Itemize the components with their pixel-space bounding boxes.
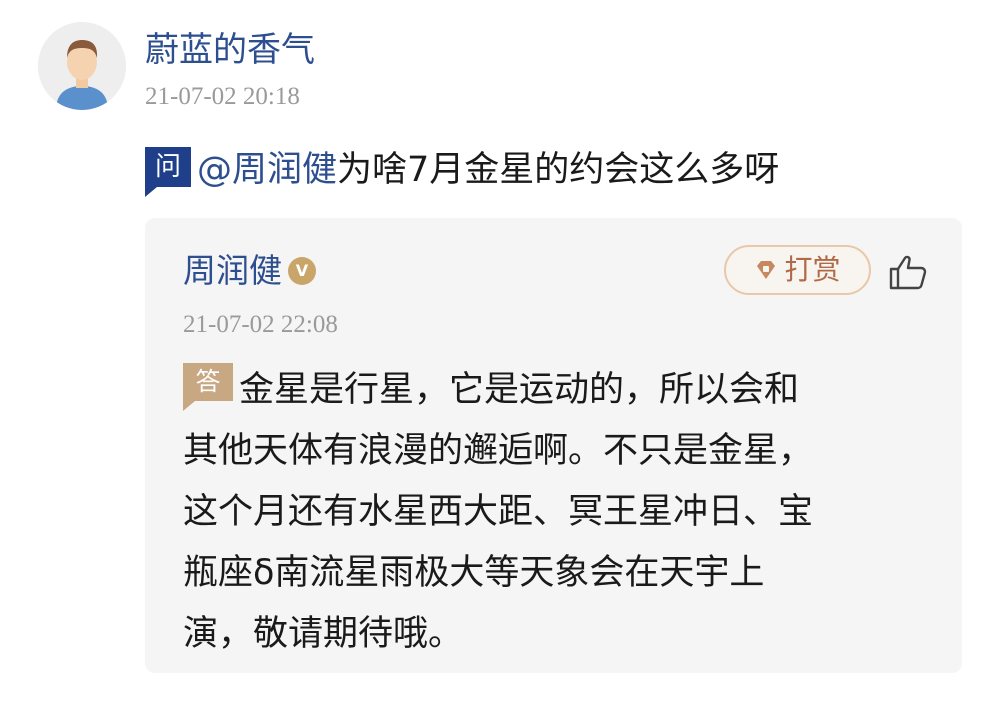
answer-line: 瓶座δ南流星雨极大等天象会在天宇上 <box>183 553 765 593</box>
answer-line: 这个月还有水星西大距、冥王星冲日、宝 <box>183 492 814 532</box>
answer-card: 周润健 V 打赏 21-07-02 22:08 答金星是行星，它是运动的，所以会… <box>145 218 962 673</box>
avatar[interactable] <box>38 22 126 110</box>
answer-body: 答金星是行星，它是运动的，所以会和 其他天体有浪漫的邂逅啊。不只是金星， 这个月… <box>183 360 928 665</box>
question-badge-label: 问 <box>145 147 191 187</box>
question-row: 问 @周润健 为啥7月金星的约会这么多呀 <box>145 144 780 197</box>
tip-label: 打赏 <box>784 253 841 286</box>
diamond-coin-icon <box>757 261 776 279</box>
answer-badge-label: 答 <box>183 363 233 401</box>
answer-line: 演，敬请期待哦。 <box>183 614 464 654</box>
answer-line: 答金星是行星，它是运动的，所以会和 <box>183 360 928 421</box>
answer-timestamp: 21-07-02 22:08 <box>183 311 338 338</box>
answer-line: 其他天体有浪漫的邂逅啊。不只是金星， <box>183 431 814 471</box>
tip-button[interactable]: 打赏 <box>724 245 871 295</box>
post-timestamp: 21-07-02 20:18 <box>145 83 300 110</box>
answerer-row: 周润健 V <box>183 248 316 294</box>
answer-badge: 答 <box>183 363 233 411</box>
answer-line-text: 金星是行星，它是运动的，所以会和 <box>239 370 800 410</box>
question-badge: 问 <box>145 147 191 197</box>
mention-link[interactable]: @周润健 <box>197 145 337 195</box>
question-text: 为啥7月金星的约会这么多呀 <box>337 150 780 190</box>
answerer-name[interactable]: 周润健 <box>183 249 282 293</box>
verified-badge-icon: V <box>288 257 316 285</box>
author-name[interactable]: 蔚蓝的香气 <box>145 28 315 72</box>
person-avatar-icon <box>38 22 126 110</box>
thumbs-up-icon[interactable] <box>888 254 928 290</box>
